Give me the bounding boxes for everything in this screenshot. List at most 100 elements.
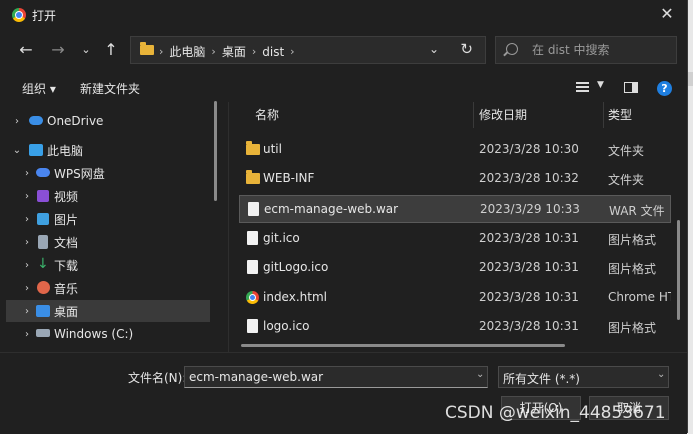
open-file-dialog: 打开 ✕ ← → ⌄ ↑ › 此电脑 › 桌面 › dist › ⌄ ↻ 在 d…	[0, 0, 688, 434]
preview-pane-icon[interactable]	[624, 82, 638, 93]
sidebar-item-desktop[interactable]: › 桌面	[6, 300, 210, 322]
cloud-icon	[29, 116, 43, 125]
background-window-edge	[688, 72, 693, 86]
sidebar-item-label: OneDrive	[47, 114, 104, 128]
sidebar-item-label: WPS网盘	[54, 166, 105, 181]
chevron-right-icon[interactable]: ›	[22, 168, 32, 179]
chevron-right-icon[interactable]: ›	[22, 306, 32, 317]
search-input[interactable]	[530, 42, 674, 58]
file-icon	[247, 231, 258, 245]
file-type: 图片格式	[608, 233, 657, 247]
file-date: 2023/3/28 10:31	[479, 319, 579, 333]
folder-icon	[140, 42, 154, 55]
file-date: 2023/3/28 10:30	[479, 142, 579, 156]
search-box[interactable]	[495, 36, 677, 64]
sidebar-item-documents[interactable]: › 文档	[6, 231, 210, 253]
chevron-right-icon[interactable]: ›	[22, 214, 32, 225]
chrome-app-icon	[12, 8, 26, 22]
chevron-right-icon: ›	[159, 45, 164, 58]
file-name: index.html	[263, 290, 327, 304]
chrome-icon	[246, 291, 259, 304]
column-header-type[interactable]: 类型	[608, 102, 632, 128]
back-arrow-icon[interactable]: ←	[16, 40, 36, 60]
chevron-down-icon[interactable]: ▼	[597, 80, 604, 90]
filename-label: 文件名(N):	[128, 371, 187, 385]
chevron-right-icon[interactable]: ›	[12, 116, 22, 127]
help-icon[interactable]: ?	[657, 81, 672, 96]
file-list-horizontal-scrollbar[interactable]	[241, 344, 565, 347]
column-header-name[interactable]: 名称	[255, 102, 279, 128]
breadcrumb-desktop[interactable]: 桌面	[222, 43, 246, 60]
view-options-icon[interactable]	[576, 82, 589, 93]
file-name: logo.ico	[263, 319, 310, 333]
sidebar-item-label: Windows (C:)	[54, 327, 134, 341]
up-arrow-icon[interactable]: ↑	[101, 40, 121, 60]
file-icon	[248, 202, 259, 216]
file-name: git.ico	[263, 231, 300, 245]
sidebar-item-music[interactable]: › 音乐	[6, 277, 210, 299]
chevron-down-icon[interactable]: ⌄	[657, 369, 665, 380]
address-history-dropdown-icon[interactable]: ⌄	[429, 42, 439, 56]
sidebar-item-wps-drive[interactable]: › WPS网盘	[6, 162, 210, 184]
column-separator[interactable]	[473, 102, 474, 128]
file-row[interactable]: ecm-manage-web.war 2023/3/29 10:33 WAR 文…	[239, 195, 671, 223]
sidebar-item-windows-c[interactable]: › Windows (C:)	[6, 323, 210, 345]
file-name: util	[263, 142, 282, 156]
folder-icon	[246, 170, 260, 184]
breadcrumb: › 此电脑 › 桌面 › dist ›	[159, 43, 295, 60]
sidebar-item-label: 音乐	[54, 281, 79, 296]
breadcrumb-this-pc[interactable]: 此电脑	[169, 43, 205, 60]
sidebar-item-videos[interactable]: › 视频	[6, 185, 210, 207]
chevron-down-icon[interactable]: ⌄	[12, 145, 22, 156]
file-row[interactable]: WEB-INF 2023/3/28 10:32 文件夹	[239, 165, 671, 193]
file-row[interactable]: gitLogo.ico 2023/3/28 10:31 图片格式	[239, 254, 671, 282]
sidebar-item-label: 视频	[54, 189, 79, 204]
dialog-title: 打开	[32, 9, 57, 23]
close-button[interactable]: ✕	[657, 4, 677, 24]
chevron-right-icon[interactable]: ›	[22, 283, 32, 294]
column-separator[interactable]	[603, 102, 604, 128]
file-type: 图片格式	[608, 262, 657, 276]
chevron-right-icon[interactable]: ›	[22, 329, 32, 340]
watermark-text: CSDN @weixin_44853671	[445, 403, 666, 423]
video-icon	[37, 190, 49, 202]
folder-icon	[246, 141, 260, 155]
forward-arrow-icon[interactable]: →	[48, 40, 68, 60]
sidebar-item-onedrive[interactable]: › OneDrive	[6, 110, 210, 132]
file-row[interactable]: index.html 2023/3/28 10:31 Chrome HTI	[239, 284, 671, 312]
file-list-vertical-scrollbar[interactable]	[677, 220, 680, 320]
column-header-date[interactable]: 修改日期	[479, 102, 527, 128]
file-row[interactable]: util 2023/3/28 10:30 文件夹	[239, 136, 671, 164]
file-row[interactable]: logo.ico 2023/3/28 10:31 图片格式	[239, 313, 671, 341]
drive-icon	[36, 329, 50, 337]
breadcrumb-dist[interactable]: dist	[262, 45, 284, 59]
filename-field[interactable]: ecm-manage-web.war	[184, 366, 488, 388]
sidebar-item-label: 此电脑	[47, 143, 84, 158]
chevron-right-icon[interactable]: ›	[22, 237, 32, 248]
file-row[interactable]: git.ico 2023/3/28 10:31 图片格式	[239, 225, 671, 253]
sidebar-item-label: 文档	[54, 235, 79, 250]
sidebar-item-this-pc[interactable]: ⌄ 此电脑	[6, 139, 210, 161]
file-name: gitLogo.ico	[263, 260, 329, 274]
navigation-scrollbar[interactable]	[214, 101, 217, 201]
refresh-icon[interactable]: ↻	[460, 40, 473, 58]
file-icon	[247, 260, 258, 274]
file-type-filter-select[interactable]: 所有文件 (*.*)	[498, 366, 669, 388]
file-type: 文件夹	[608, 144, 645, 158]
address-bar[interactable]: › 此电脑 › 桌面 › dist › ⌄ ↻	[130, 36, 486, 64]
file-type: WAR 文件	[609, 204, 665, 218]
chevron-right-icon[interactable]: ›	[22, 260, 32, 271]
recent-locations-chevron-icon[interactable]: ⌄	[76, 40, 96, 60]
organize-button[interactable]: 组织 ▾	[22, 80, 56, 97]
chevron-right-icon[interactable]: ›	[22, 191, 32, 202]
new-folder-button[interactable]: 新建文件夹	[80, 80, 140, 97]
desktop-icon	[36, 305, 50, 317]
file-date: 2023/3/28 10:31	[479, 231, 579, 245]
sidebar-item-downloads[interactable]: › ↓ 下载	[6, 254, 210, 276]
file-date: 2023/3/28 10:31	[479, 260, 579, 274]
sidebar-item-label: 桌面	[54, 304, 79, 319]
search-icon	[506, 43, 518, 55]
file-type: 文件夹	[608, 173, 645, 187]
sidebar-item-pictures[interactable]: › 图片	[6, 208, 210, 230]
chevron-down-icon[interactable]: ⌄	[476, 369, 484, 380]
